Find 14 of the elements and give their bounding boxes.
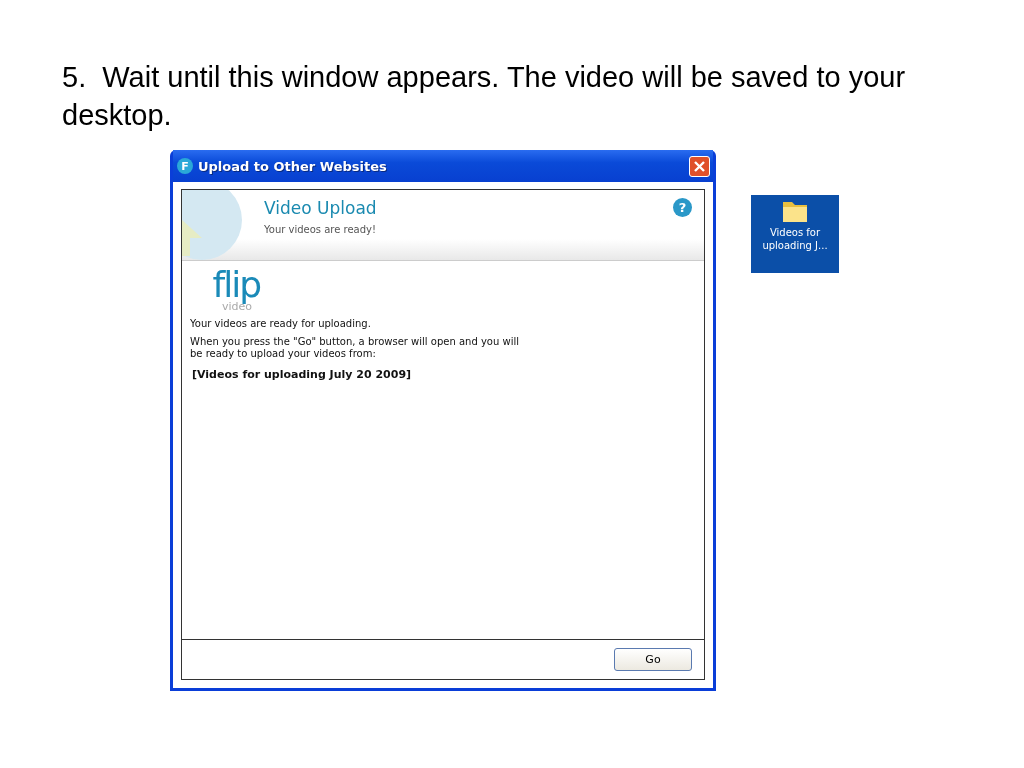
- go-button[interactable]: Go: [614, 648, 692, 671]
- message-text: Your videos are ready for uploading.: [190, 318, 372, 330]
- desktop-folder[interactable]: Videos for uploading J...: [751, 195, 839, 273]
- message-text: When you press the "Go" button, a browser will open and you will be ready to upload your videos from:: [190, 336, 520, 360]
- close-icon: [693, 159, 706, 173]
- header-title: Video Upload: [264, 198, 378, 218]
- folder-label: Videos for uploading J...: [761, 226, 829, 252]
- instruction-text: 5. Wait until this window appears. The video will be saved to your desktop.: [61, 60, 907, 133]
- app-icon: F: [177, 158, 193, 174]
- header-subtitle: Your videos are ready!: [264, 224, 378, 235]
- window-title: Upload to Other Websites: [198, 158, 388, 174]
- close-button[interactable]: [689, 155, 710, 177]
- folder-name: [Videos for uploading July 20 2009]: [192, 368, 413, 381]
- flip-video-logo: flip video: [211, 269, 260, 312]
